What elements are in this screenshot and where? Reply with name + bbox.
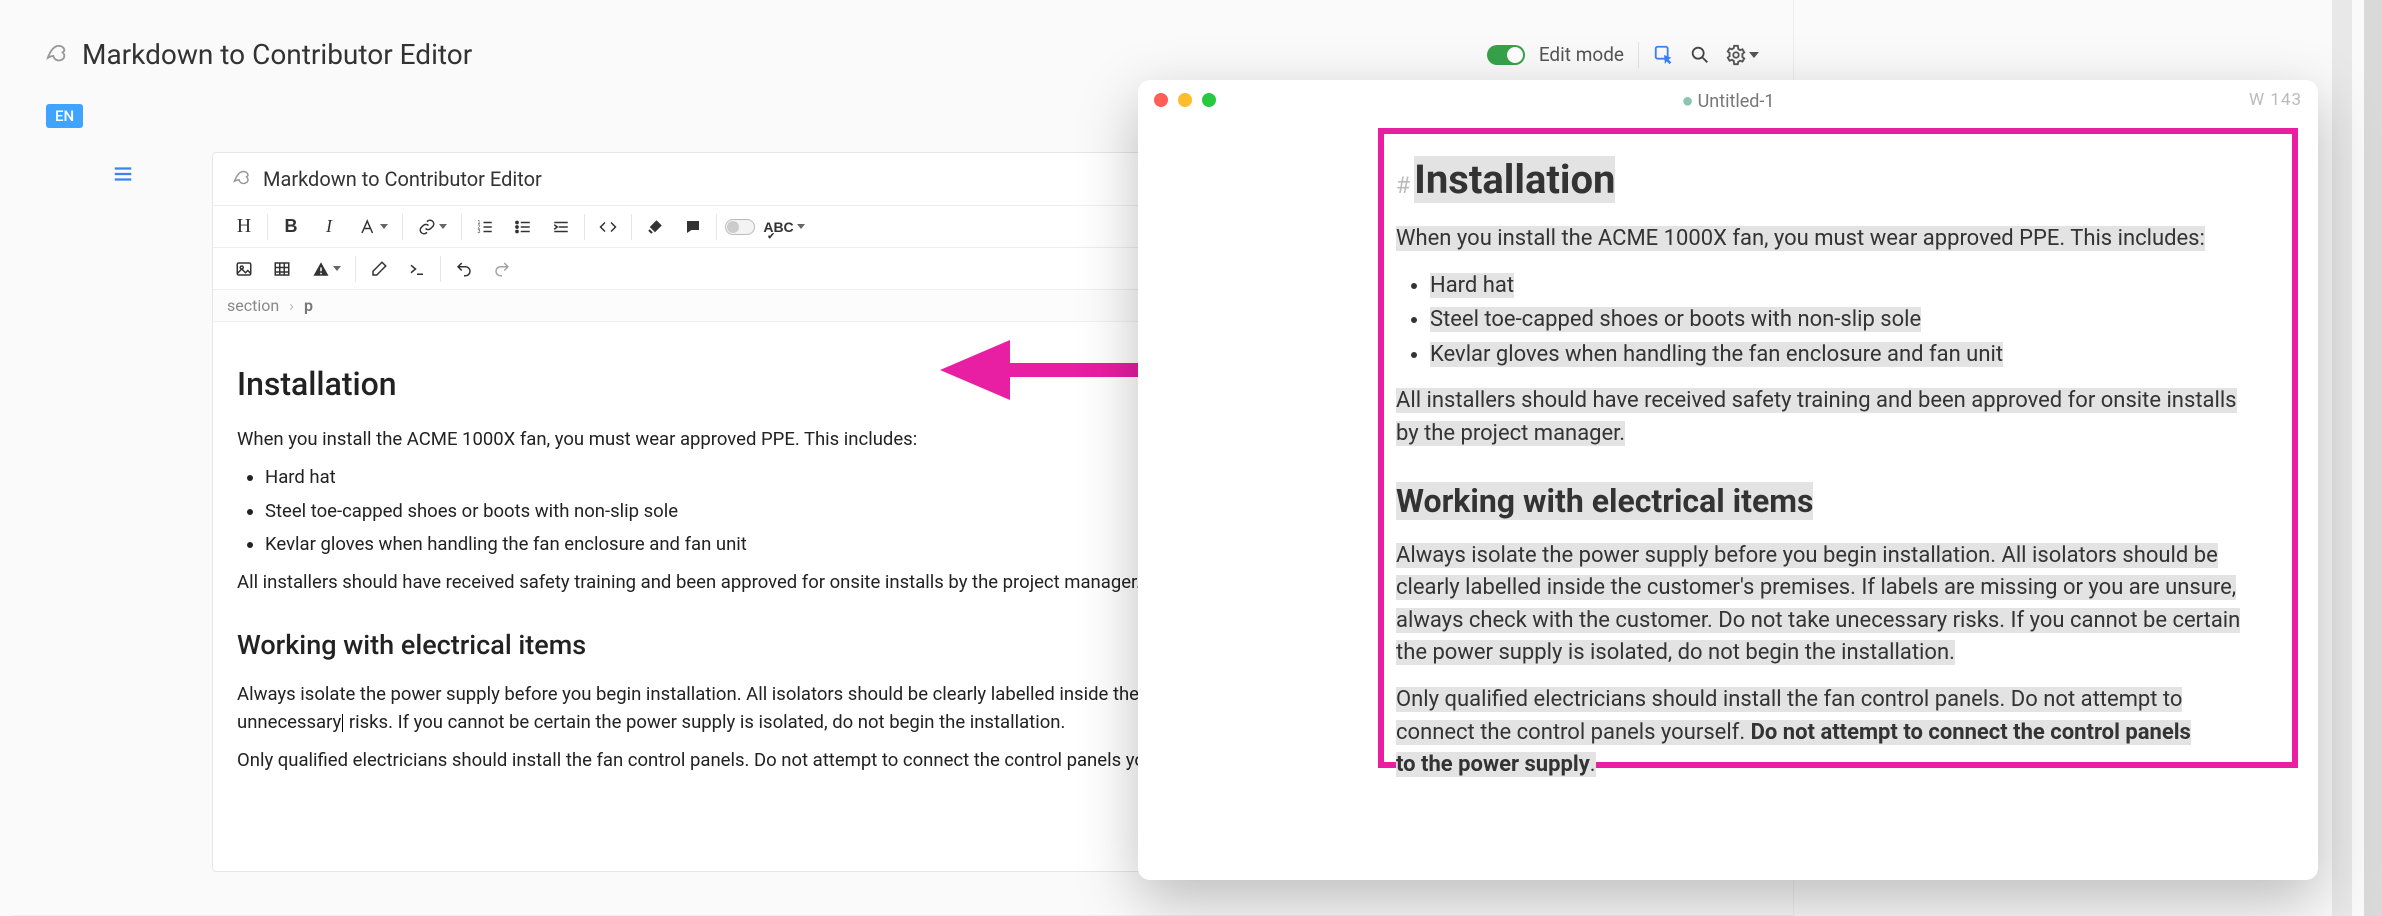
text-run: always check with the customer. Do not t… [1396, 608, 2240, 633]
md-paragraph: All installers should have received safe… [1396, 385, 2276, 450]
text-run: All installers should have received safe… [1396, 388, 2237, 413]
text-run: When you install the ACME 1000X fan, you… [1396, 226, 2205, 251]
terminal-button[interactable] [398, 248, 436, 289]
scroll-gutter [2332, 0, 2352, 916]
header-actions: Edit mode [1487, 42, 1759, 68]
spellcheck-menu[interactable]: ABC✔ [759, 206, 809, 247]
divider [267, 214, 268, 240]
text-run: Installation [1414, 156, 1615, 203]
svg-text:3: 3 [478, 229, 481, 235]
md-paragraph: Always isolate the power supply before y… [1396, 540, 2276, 670]
text-style-menu[interactable] [348, 206, 398, 247]
text-run: Always isolate the power supply before y… [1396, 543, 2218, 568]
markdown-body[interactable]: #Installation When you install the ACME … [1396, 150, 2276, 796]
undo-button[interactable] [445, 248, 483, 289]
breadcrumb-item[interactable]: p [304, 296, 313, 315]
feather-icon [46, 44, 68, 66]
comment-button[interactable] [674, 206, 712, 247]
window-titlebar: ●Untitled-1 W 143 [1138, 80, 2318, 120]
text-run: Only qualified electricians should insta… [237, 749, 1201, 771]
edit-mode-toggle[interactable] [1487, 45, 1525, 65]
heading-button[interactable]: H [225, 206, 263, 247]
pointer-select-icon[interactable] [1653, 44, 1675, 66]
text-run: Kevlar gloves when handling the fan encl… [1430, 342, 2003, 367]
unordered-list-button[interactable] [504, 206, 542, 247]
md-paragraph: When you install the ACME 1000X fan, you… [1396, 223, 2276, 256]
text-run: unnecessary [237, 711, 341, 733]
text-run: Steel toe-capped shoes or boots with non… [1430, 307, 1921, 332]
md-heading-1: #Installation [1396, 150, 2276, 209]
md-paragraph: Only qualified electricians should insta… [1396, 684, 2276, 782]
link-menu[interactable] [407, 206, 457, 247]
markdown-hash-icon: # [1396, 172, 1410, 199]
code-button[interactable] [589, 206, 627, 247]
ordered-list-button[interactable]: 123 [466, 206, 504, 247]
text-run: the power supply is isolated, do not beg… [1396, 640, 1955, 665]
md-heading-2: Working with electrical items [1396, 478, 2276, 525]
divider [584, 214, 585, 240]
divider [440, 256, 441, 282]
text-run: Only qualified electricians should insta… [1396, 687, 2182, 712]
window-title-text: Untitled-1 [1698, 91, 1775, 112]
app-header: Markdown to Contributor Editor Edit mode [12, 0, 1793, 89]
window-title: ●Untitled-1 [1138, 88, 2318, 113]
feather-icon [233, 170, 251, 188]
word-count: W 143 [2249, 90, 2302, 110]
divider [1638, 42, 1639, 68]
text-run: by the project manager. [1396, 421, 1625, 446]
search-icon[interactable] [1689, 44, 1711, 66]
italic-button[interactable]: I [310, 206, 348, 247]
insert-alert-menu[interactable] [301, 248, 351, 289]
divider [716, 214, 717, 240]
text-run: connect the control panels yourself. [1396, 720, 1751, 745]
highlight-button[interactable] [636, 206, 674, 247]
text-run: Working with electrical items [1396, 482, 1813, 520]
language-badge[interactable]: EN [46, 104, 83, 128]
insert-table-button[interactable] [263, 248, 301, 289]
chevron-right-icon: › [289, 296, 294, 315]
text-run-bold: Do not attempt to connect the control pa… [1751, 720, 2191, 745]
page-title: Markdown to Contributor Editor [82, 38, 472, 71]
close-window-button[interactable] [1154, 93, 1168, 107]
eraser-button[interactable] [360, 248, 398, 289]
text-run: risks. If you cannot be certain the powe… [344, 711, 1065, 733]
gear-icon [1725, 44, 1747, 66]
md-list: Hard hat Steel toe-capped shoes or boots… [1430, 270, 2276, 372]
modified-indicator-icon: ● [1681, 88, 1693, 112]
indent-button[interactable] [542, 206, 580, 247]
divider [461, 214, 462, 240]
divider [355, 256, 356, 282]
editor-card-title: Markdown to Contributor Editor [263, 167, 542, 191]
sidebar-toggle[interactable] [112, 163, 134, 191]
markdown-window: ●Untitled-1 W 143 #Installation When you… [1138, 80, 2318, 880]
edit-mode-label: Edit mode [1539, 43, 1624, 66]
divider [402, 214, 403, 240]
bold-button[interactable]: B [272, 206, 310, 247]
text-run: Hard hat [1430, 273, 1514, 298]
list-item: Steel toe-capped shoes or boots with non… [1430, 304, 2276, 337]
traffic-lights [1154, 93, 1216, 107]
insert-image-button[interactable] [225, 248, 263, 289]
list-item: Kevlar gloves when handling the fan encl… [1430, 339, 2276, 372]
chevron-down-icon [1749, 52, 1759, 58]
text-run-bold: to the power supply [1396, 752, 1590, 777]
scroll-gutter-outer [2364, 0, 2382, 916]
maximize-window-button[interactable] [1202, 93, 1216, 107]
text-run: . [1590, 752, 1596, 777]
redo-button[interactable] [483, 248, 521, 289]
list-item: Hard hat [1430, 270, 2276, 303]
track-changes-toggle[interactable] [721, 206, 759, 247]
divider [631, 214, 632, 240]
settings-menu[interactable] [1725, 44, 1759, 66]
text-run: clearly labelled inside the customer's p… [1396, 575, 2236, 600]
minimize-window-button[interactable] [1178, 93, 1192, 107]
breadcrumb-item[interactable]: section [227, 296, 279, 315]
